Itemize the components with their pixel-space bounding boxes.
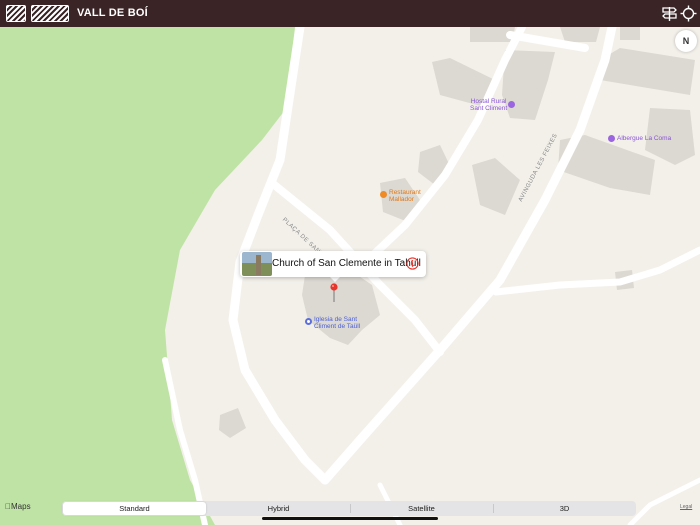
poi-restaurant-line1: Restaurant xyxy=(389,189,421,196)
apple-maps-logo: Maps xyxy=(5,502,31,511)
poi-albergue-la-coma[interactable]: Albergue La Coma xyxy=(617,135,671,142)
poi-hostal-line2: Sant Climent xyxy=(470,105,508,112)
app-title: VALL DE BOÍ xyxy=(77,7,148,19)
callout-title[interactable]: Church of San Clemente in Tahull xyxy=(272,258,421,269)
compass-icon[interactable]: N xyxy=(675,30,697,52)
poi-iglesia-line1: Iglesia de Sant xyxy=(314,316,358,323)
place-callout[interactable]: Church of San Clemente in Tahull xyxy=(240,251,426,277)
app-logo-wordmark[interactable] xyxy=(31,5,69,22)
maps-logo-text: Maps xyxy=(5,502,31,511)
info-icon[interactable] xyxy=(406,257,419,270)
map-type-3d[interactable]: 3D xyxy=(493,501,636,516)
poi-restaurant-mallador[interactable]: Restaurant Mallador xyxy=(389,189,421,203)
map-type-standard[interactable]: Standard xyxy=(63,502,206,515)
albergue-bed-icon[interactable] xyxy=(608,135,615,142)
church-thumbnail[interactable] xyxy=(242,252,272,276)
app-logo-icon[interactable] xyxy=(6,5,26,22)
map-type-hybrid[interactable]: Hybrid xyxy=(207,501,350,516)
poi-iglesia-sant-climent[interactable]: Iglesia de Sant Climent de Taüll xyxy=(314,316,360,330)
map-type-satellite[interactable]: Satellite xyxy=(350,501,493,516)
poi-iglesia-line2: Climent de Taüll xyxy=(314,323,361,330)
map-type-segmented-control: Standard Hybrid Satellite 3D xyxy=(62,501,636,516)
map-pin-icon[interactable] xyxy=(330,283,338,303)
app-header: VALL DE BOÍ xyxy=(0,0,700,27)
church-poi-dot-center xyxy=(307,320,310,323)
poi-restaurant-line2: Mallador xyxy=(389,196,414,203)
legal-link[interactable]: Legal xyxy=(680,504,692,510)
locate-me-icon[interactable] xyxy=(680,5,697,22)
signpost-icon[interactable] xyxy=(661,5,678,22)
hostal-bed-icon[interactable] xyxy=(508,101,515,108)
poi-hostal-rural[interactable]: Hostal Rural Sant Climent xyxy=(470,98,507,112)
home-indicator[interactable] xyxy=(262,517,438,520)
restaurant-fork-icon[interactable] xyxy=(380,191,387,198)
poi-hostal-line1: Hostal Rural xyxy=(470,98,507,105)
